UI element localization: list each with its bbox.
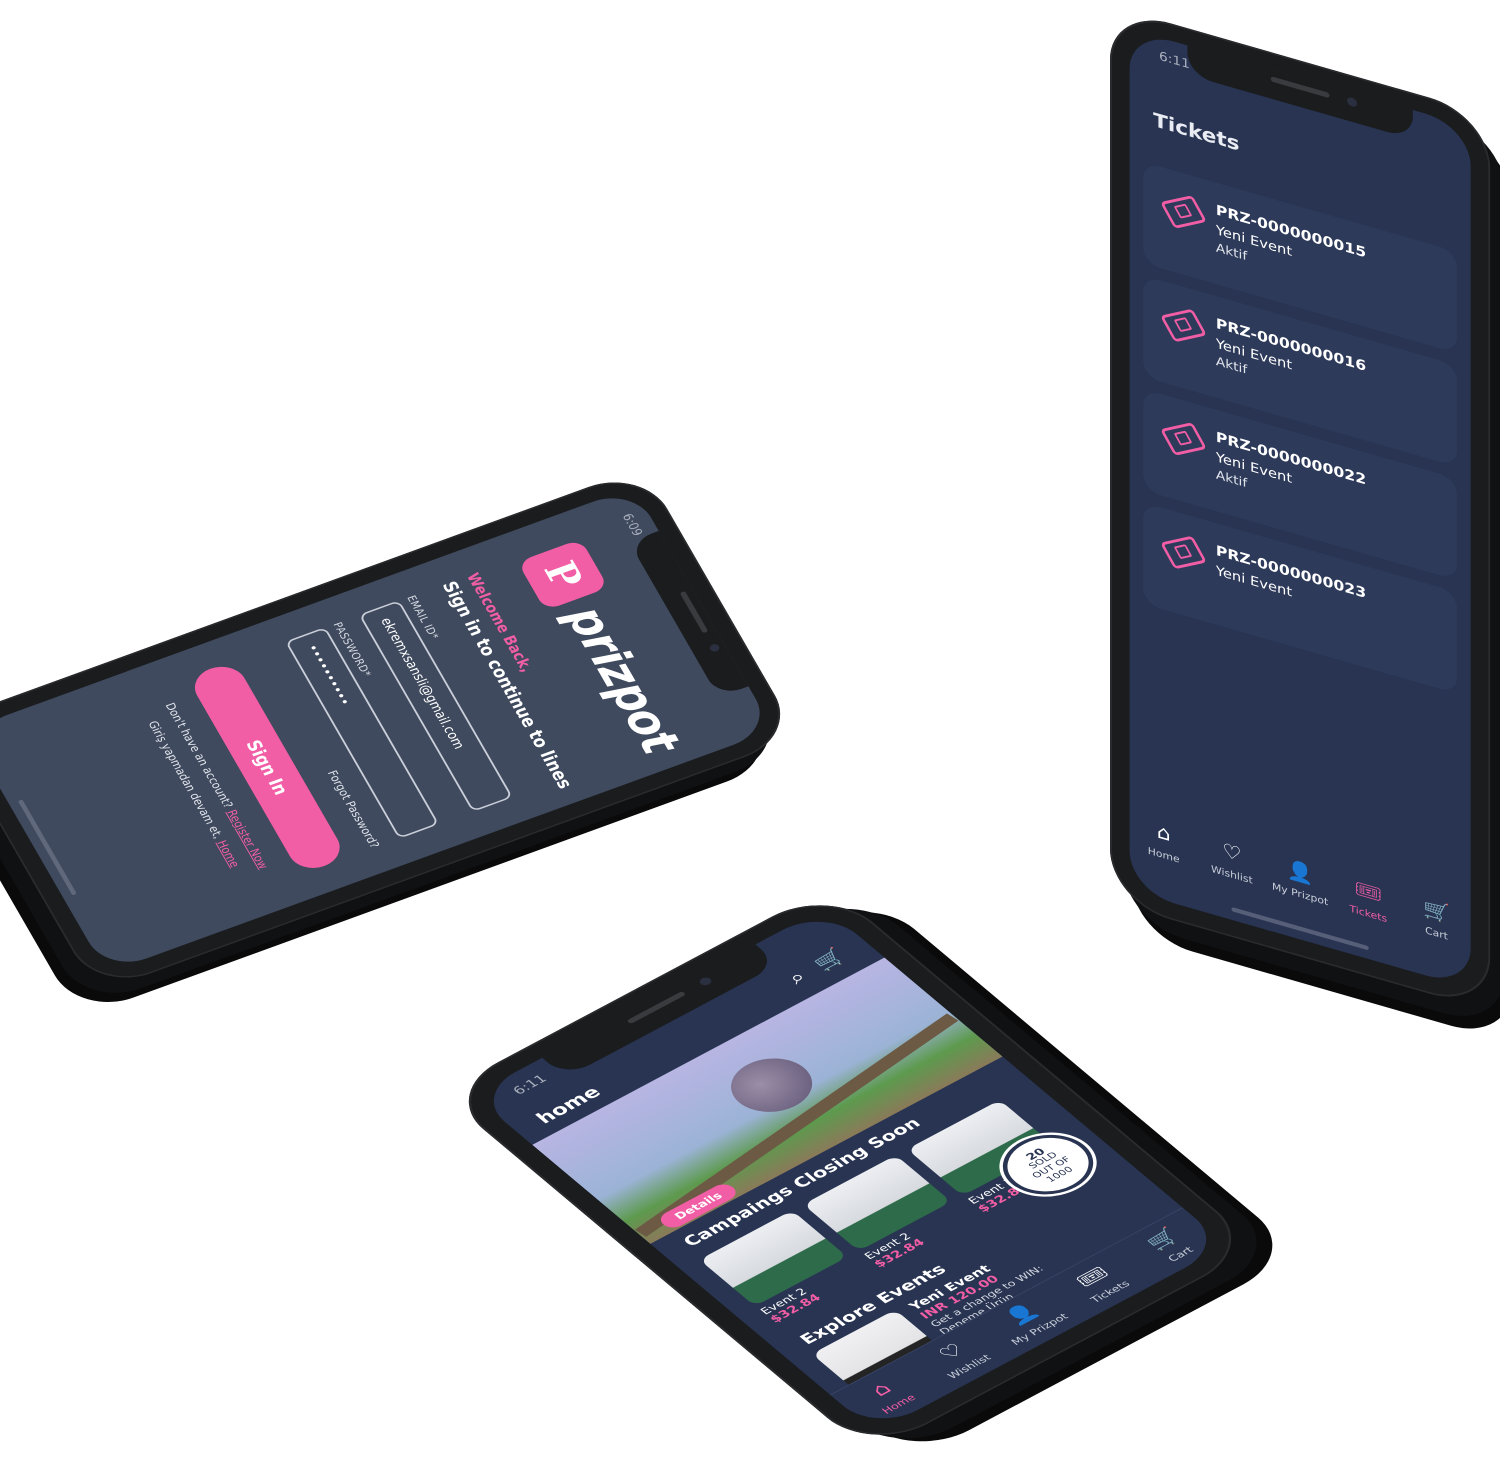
ticket-list: PRZ-0000000015 Yeni Event Aktif PRZ-0000…: [1143, 161, 1457, 706]
home-link[interactable]: Home: [214, 839, 242, 870]
prizpot-logo-icon: P: [517, 538, 609, 611]
bottom-tab-bar: ⌂ Home ♡ Wishlist 👤 My Prizpot 🎟 Tickets 🛒 Ca…: [1130, 796, 1471, 988]
heart-icon: ♡: [934, 1340, 970, 1365]
tickets-phone: 6:11 Tickets 🛒 PRZ-0000000015 Yeni Event…: [1110, 6, 1491, 1012]
ticket-icon: [1160, 308, 1207, 343]
tab-label: Home: [1147, 845, 1180, 866]
brand-name: prizpot: [554, 598, 692, 761]
ticket-icon: [1160, 535, 1207, 570]
ticket-icon: [1160, 422, 1207, 456]
camera: [697, 976, 714, 987]
tab-tickets[interactable]: 🎟 Tickets: [1337, 873, 1400, 929]
ticket-icon: [1160, 195, 1207, 229]
status-time: 6:11: [1159, 49, 1190, 72]
tab-label: My Prizpot: [1272, 880, 1329, 908]
search-icon[interactable]: ⌕: [783, 967, 812, 988]
tab-my-prizpot[interactable]: 👤 My Prizpot: [1269, 853, 1332, 909]
mockup-scene: 6:09 P prizpot Welcome Back, Sign in to …: [0, 0, 1500, 1471]
tab-label: Wishlist: [1211, 863, 1253, 887]
home-icon: ⌂: [866, 1378, 897, 1401]
tab-wishlist[interactable]: ♡ Wishlist: [1201, 833, 1264, 889]
camera: [708, 642, 721, 653]
tab-cart[interactable]: 🛒 Cart: [1405, 892, 1468, 948]
status-time: 6:09: [618, 511, 646, 539]
home-icon: ⌂: [1156, 820, 1171, 847]
cart-icon[interactable]: 🛒: [809, 946, 852, 974]
home-screen: 6:11 home ⌕ 🛒 Details Campaings Closing …: [472, 907, 1228, 1433]
home-phone: 6:11 home ⌕ 🛒 Details Campaings Closing …: [440, 885, 1260, 1455]
tab-label: Cart: [1425, 924, 1448, 943]
ticket-icon: 🎟: [1354, 877, 1382, 908]
login-phone: 6:09 P prizpot Welcome Back, Sign in to …: [0, 467, 800, 993]
tab-home[interactable]: ⌂ Home: [1132, 814, 1195, 870]
status-time: 6:11: [510, 1072, 551, 1098]
tickets-screen: 6:11 Tickets 🛒 PRZ-0000000015 Yeni Event…: [1129, 28, 1471, 989]
page-title: Tickets: [1153, 109, 1240, 156]
user-icon: 👤: [1286, 858, 1314, 888]
camera: [1347, 96, 1357, 108]
cart-icon: 🛒: [1423, 897, 1450, 927]
heart-icon: ♡: [1222, 839, 1242, 867]
